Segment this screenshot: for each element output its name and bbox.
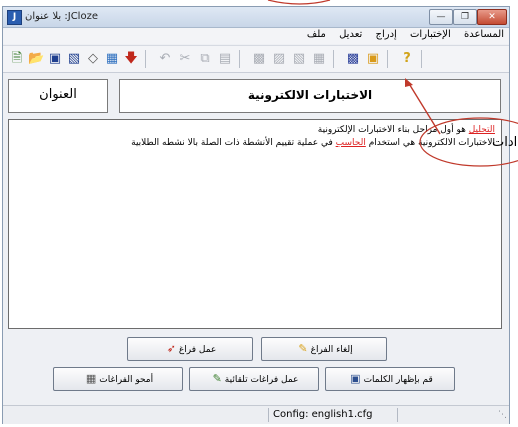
restore-button[interactable]: ❐ (453, 9, 477, 25)
toolbar-separator (333, 50, 334, 68)
menu-exams[interactable]: الإختبارات (405, 28, 456, 40)
auto-gaps-button[interactable]: ✎ عمل فراغات تلقائية (189, 367, 319, 391)
view-config-icon[interactable]: ▣ (365, 51, 381, 67)
jcloze-app-icon: J (7, 10, 22, 25)
copy-icon[interactable]: ⧉ (197, 51, 213, 67)
gap-arrow-icon: ➶ (166, 342, 176, 355)
delete-gaps-button[interactable]: ▦ أمحو الفراغات (53, 367, 183, 391)
undo-icon[interactable]: ↶ (157, 51, 173, 67)
title-input[interactable]: الاختبارات الالكترونية (119, 79, 501, 113)
gap-word[interactable]: الحاسب (336, 138, 366, 148)
toolbar-separator (145, 50, 146, 68)
arrow-down-icon[interactable]: 🡇 (123, 51, 139, 67)
cloze-text-area[interactable]: التحليل هو أول مراحل بناء الاختبارات الإ… (8, 119, 502, 329)
show-words-button[interactable]: ▣ قم بإظهار الكلمات (325, 367, 455, 391)
eraser-icon: ✎ (298, 342, 308, 355)
open-folder-icon[interactable]: 📂 (28, 51, 44, 67)
save-as-icon[interactable]: ▧ (66, 51, 82, 67)
status-bar: Config: english1.cfg ⋱ (3, 405, 509, 424)
save-icon[interactable]: ▣ (47, 51, 63, 67)
text-segment: الاختبارات الالكترونية هي استخدام (365, 138, 495, 148)
resize-grip-icon[interactable]: ⋱ (498, 410, 507, 420)
jcloze-window: J بلا عنوان :JCloze — ❐ ✕ المساعدة الإخت… (2, 6, 510, 424)
cut-icon[interactable]: ✂ (177, 51, 193, 67)
window-title: بلا عنوان :JCloze (25, 11, 98, 22)
menu-help[interactable]: المساعدة (459, 28, 509, 40)
menu-bar: المساعدة الإختبارات إدراج تعديل ملف (3, 28, 509, 44)
auto-gaps-icon: ✎ (212, 372, 222, 385)
auto-gap-tool-icon[interactable]: ▧ (291, 51, 307, 67)
top-callout-arc (267, 0, 331, 5)
clear-gap-label: إلغاء الفراغ (310, 345, 353, 355)
clear-gap-tool-icon[interactable]: ▨ (271, 51, 287, 67)
minimize-button[interactable]: — (429, 9, 453, 25)
toolbar-separator (421, 50, 422, 68)
delete-gaps-icon: ▦ (85, 372, 97, 385)
menu-edit[interactable]: تعديل (334, 28, 367, 40)
export-icon[interactable]: ◇ (85, 51, 101, 67)
text-line-1: التحليل هو أول مراحل بناء الاختبارات الإ… (15, 124, 495, 137)
show-words-tool-icon[interactable]: ▦ (311, 51, 327, 67)
gap-tool-icon[interactable]: ▩ (251, 51, 267, 67)
make-gap-button[interactable]: ➶ عمل فراغ (127, 337, 253, 361)
close-button[interactable]: ✕ (477, 9, 507, 25)
show-words-label: قم بإظهار الكلمات (363, 375, 433, 385)
new-file-icon[interactable]: 🗎 (9, 51, 25, 67)
callout-label: ادات (492, 135, 518, 150)
clear-gap-button[interactable]: ✎ إلغاء الفراغ (261, 337, 387, 361)
config-icon[interactable]: ▩ (345, 51, 361, 67)
text-line-2: الاختبارات الالكترونية هي استخدام الحاسب… (15, 137, 495, 150)
make-gap-label: عمل فراغ (178, 345, 217, 355)
config-status: Config: english1.cfg (268, 408, 398, 422)
help-icon[interactable]: ? (399, 51, 415, 67)
auto-gaps-label: عمل فراغات تلقائية (224, 375, 299, 385)
title-label: العنوان (8, 79, 108, 113)
text-segment: في عملية تقييم الأنشطة ذات الصلة بالا نش… (131, 138, 336, 148)
show-words-icon: ▣ (350, 372, 361, 385)
toolbar-separator (387, 50, 388, 68)
web-page-icon[interactable]: ▦ (104, 51, 120, 67)
toolbar-separator (239, 50, 240, 68)
toolbar: 🗎 📂 ▣ ▧ ◇ ▦ 🡇 ↶ ✂ ⧉ ▤ ▩ ▨ ▧ ▦ ▩ ▣ ? (3, 45, 509, 73)
delete-gaps-label: أمحو الفراغات (99, 375, 154, 385)
menu-insert[interactable]: إدراج (371, 28, 402, 40)
gap-word[interactable]: التحليل (469, 125, 495, 135)
text-segment: هو أول مراحل بناء الاختبارات الإلكترونية (317, 125, 469, 135)
title-bar: J بلا عنوان :JCloze — ❐ ✕ (3, 7, 509, 28)
paste-icon[interactable]: ▤ (217, 51, 233, 67)
menu-file[interactable]: ملف (302, 28, 331, 40)
